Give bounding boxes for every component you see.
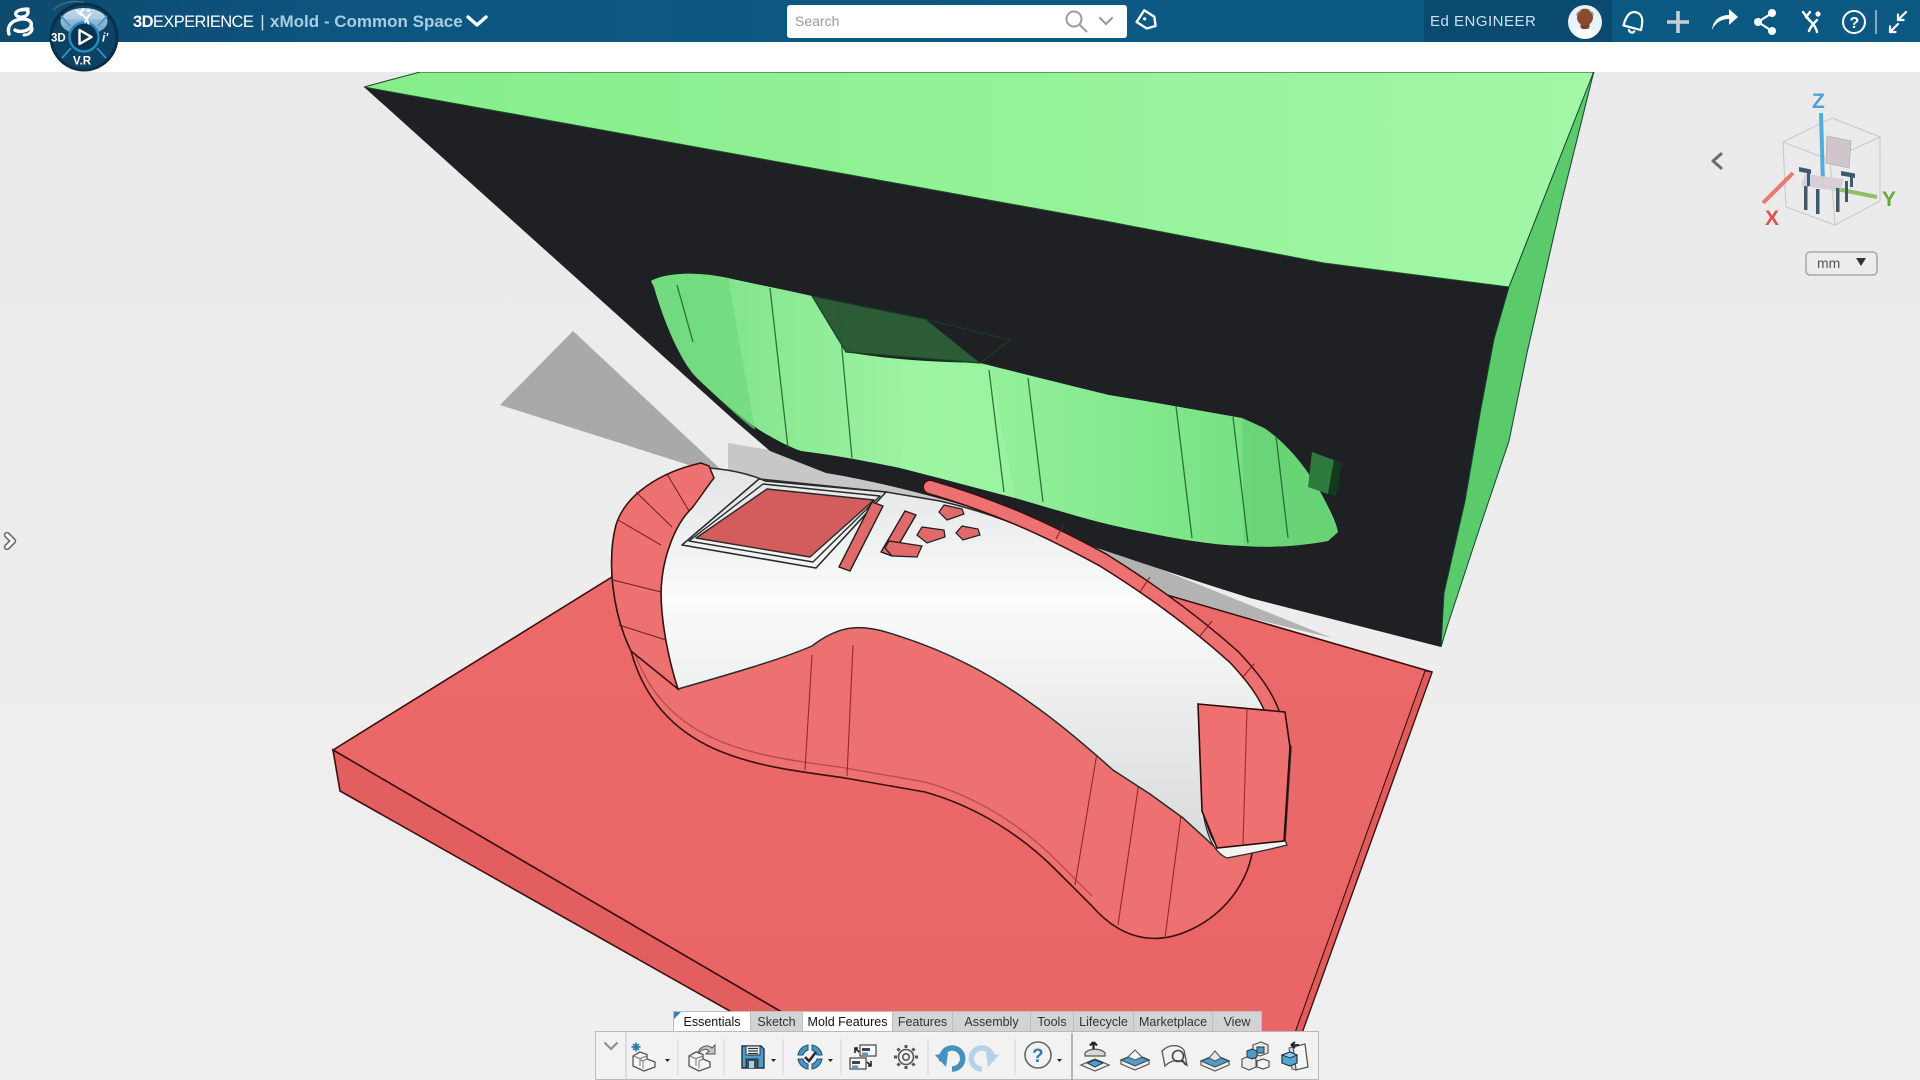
svg-text:Z: Z [1812, 90, 1825, 113]
svg-text:V.R: V.R [73, 56, 92, 68]
svg-text:?: ? [1032, 1046, 1044, 1067]
svg-text:mm: mm [1817, 255, 1840, 271]
svg-text:3D: 3D [51, 33, 66, 45]
svg-text:X: X [1765, 207, 1779, 230]
svg-text:?: ? [1850, 15, 1860, 32]
svg-text:Y: Y [1882, 188, 1896, 211]
